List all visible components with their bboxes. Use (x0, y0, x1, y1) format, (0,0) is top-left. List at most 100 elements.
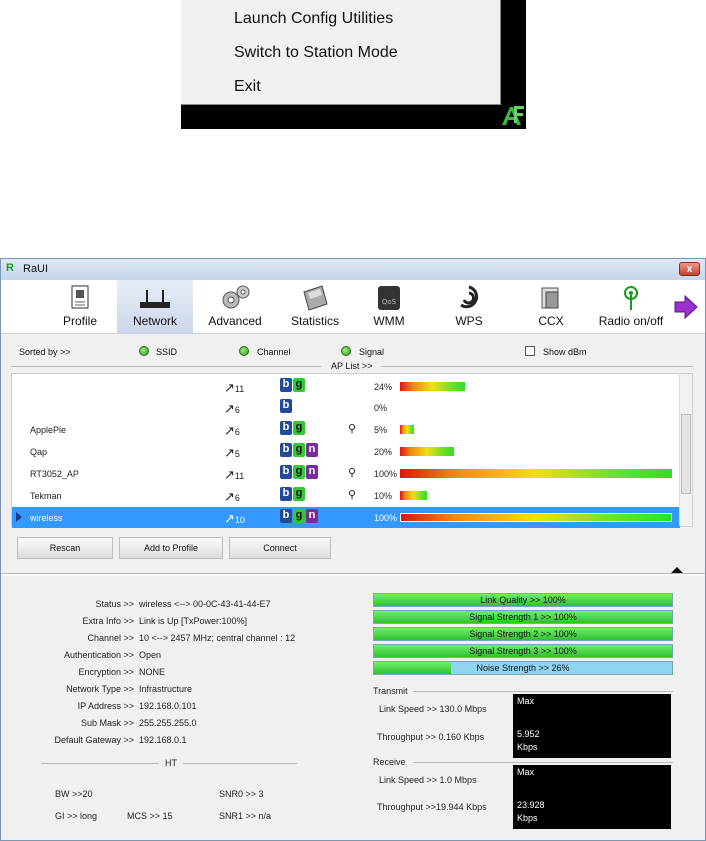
receive-title: Receive (373, 757, 406, 767)
ap-signal-percent: 100% (374, 469, 398, 479)
menu-item-switch-station-mode[interactable]: Switch to Station Mode (234, 44, 398, 62)
ap-signal-percent: 0% (374, 403, 388, 413)
tab-wmm-label: WMM (373, 314, 405, 328)
sub-mask-value: 255.255.255.0 (139, 718, 197, 728)
ap-modes: bg (280, 378, 306, 392)
sub-mask-key: Sub Mask >> (80, 718, 134, 728)
menu-item-launch-config[interactable]: Launch Config Utilities (234, 10, 393, 28)
meter-label: Signal Strength 2 >> 100% (469, 629, 577, 639)
ap-list-rule-left (11, 366, 321, 367)
collapse-arrow-icon[interactable] (671, 567, 683, 573)
receive-rule (413, 762, 673, 763)
tab-network[interactable]: Network (117, 280, 193, 334)
ap-row[interactable]: Qap ↗5 b g n 20% (12, 441, 680, 462)
ap-signal-bar (400, 447, 454, 456)
tab-wmm[interactable]: QoS WMM (359, 280, 419, 334)
mode-g-icon: g (293, 509, 305, 523)
meter: Link Quality >> 100% (373, 593, 673, 607)
tab-wps[interactable]: WPS (439, 280, 499, 334)
title-bar[interactable]: R RaUI x (1, 259, 705, 280)
ap-channel: ↗6 (224, 489, 240, 505)
selected-row-marker-icon (16, 512, 22, 522)
profile-icon (71, 285, 89, 309)
mode-g-icon: g (293, 443, 305, 457)
scrollbar-thumb[interactable] (681, 414, 691, 494)
ap-row[interactable]: RT3052_AP ↗11 b g n ⚲ 100% (12, 463, 680, 484)
ap-signal-percent: 20% (374, 447, 393, 457)
ap-list-scrollbar[interactable] (679, 374, 692, 526)
ap-channel-value: 10 (234, 515, 245, 525)
sort-signal-radio[interactable] (341, 346, 351, 356)
ap-ssid: wireless (30, 513, 63, 523)
ht-title: HT (165, 758, 177, 768)
tab-ccx[interactable]: CCX (521, 280, 581, 334)
next-arrow-icon[interactable] (673, 294, 699, 320)
ap-row[interactable]: ↗11 b g 24% (12, 376, 680, 397)
rescan-button[interactable]: Rescan (17, 537, 113, 559)
authentication-value: Open (139, 650, 162, 660)
mode-b-icon: b (280, 465, 292, 479)
ccx-icon (541, 287, 559, 309)
transmit-graph: Max 5.952 Kbps (513, 694, 671, 758)
mode-b-icon: b (280, 487, 292, 501)
sort-ssid-radio[interactable] (139, 346, 149, 356)
ap-ssid: ApplePie (30, 425, 67, 435)
ap-row[interactable]: ↗6 b 0% (12, 397, 680, 418)
mode-b-icon: b (280, 399, 292, 413)
ap-ssid: Tekman (30, 491, 62, 501)
ht-bw: BW >>20 (55, 789, 93, 799)
ht-rule-right (183, 763, 297, 764)
mode-b-icon: b (280, 509, 292, 523)
splitter[interactable] (1, 573, 705, 576)
mode-n-icon: n (306, 443, 318, 457)
status-value: wireless <--> 00-0C-43-41-44-E7 (139, 599, 271, 609)
channel-antenna-icon: ↗ (224, 511, 235, 526)
ap-modes: bgn (280, 443, 319, 457)
ap-row[interactable]: wireless ↗10 b g n 100% (12, 507, 680, 528)
tab-radio-on-off[interactable]: Radio on/off (591, 280, 671, 334)
rx-link-speed: Link Speed >> 1.0 Mbps (379, 775, 477, 785)
tab-profile[interactable]: Profile (45, 280, 115, 334)
connect-button[interactable]: Connect (229, 537, 331, 559)
tab-statistics[interactable]: Statistics (277, 280, 353, 334)
network-type-key: Network Type >> (66, 684, 134, 694)
sort-channel-radio[interactable] (239, 346, 249, 356)
sort-bar: Sorted by >> SSID Channel Signal Show dB… (1, 335, 705, 375)
tab-statistics-label: Statistics (290, 314, 339, 328)
rx-graph-unit: Kbps (517, 813, 538, 823)
show-dbm-checkbox[interactable] (525, 346, 535, 356)
encryption-key: Encryption >> (78, 667, 134, 677)
rx-graph-max: Max (517, 767, 535, 777)
ap-row[interactable]: Tekman ↗6 b g ⚲ 10% (12, 485, 680, 506)
status-key: Status >> (95, 599, 134, 609)
menu-item-exit[interactable]: Exit (234, 78, 261, 96)
ap-modes: bg (280, 421, 306, 435)
ap-signal-bar (400, 469, 672, 478)
ap-list[interactable]: ↗11 b g 24% ↗6 b 0% ApplePie ↗6 b g ⚲ 5% Qap ↗5 b g n 20% R… (11, 373, 693, 528)
ralink-tray-icon[interactable] (499, 103, 525, 127)
network-router-icon (140, 290, 170, 308)
tab-radio-label: Radio on/off (598, 314, 664, 328)
mode-n-icon: n (306, 465, 318, 479)
authentication-key: Authentication >> (63, 650, 134, 660)
mode-b-icon: b (280, 378, 292, 392)
ap-modes: b (280, 399, 293, 413)
rx-graph-value: 23.928 (517, 800, 545, 810)
tab-advanced[interactable]: Advanced (199, 280, 271, 334)
ap-channel: ↗10 (224, 511, 245, 527)
mode-g-icon: g (293, 487, 305, 501)
ht-snr0: SNR0 >> 3 (219, 789, 264, 799)
channel-value: 10 <--> 2457 MHz; central channel : 12 (139, 633, 296, 643)
ap-row[interactable]: ApplePie ↗6 b g ⚲ 5% (12, 419, 680, 440)
close-button[interactable]: x (679, 262, 700, 276)
gears-icon (222, 285, 250, 309)
meter: Signal Strength 3 >> 100% (373, 644, 673, 658)
tab-ccx-label: CCX (538, 314, 564, 328)
channel-antenna-icon: ↗ (224, 467, 235, 482)
security-key-icon: ⚲ (348, 467, 357, 479)
ap-signal-bar (400, 513, 672, 522)
channel-antenna-icon: ↗ (224, 423, 235, 438)
tab-advanced-label: Advanced (208, 314, 262, 328)
meter: Signal Strength 2 >> 100% (373, 627, 673, 641)
add-to-profile-button[interactable]: Add to Profile (119, 537, 223, 559)
